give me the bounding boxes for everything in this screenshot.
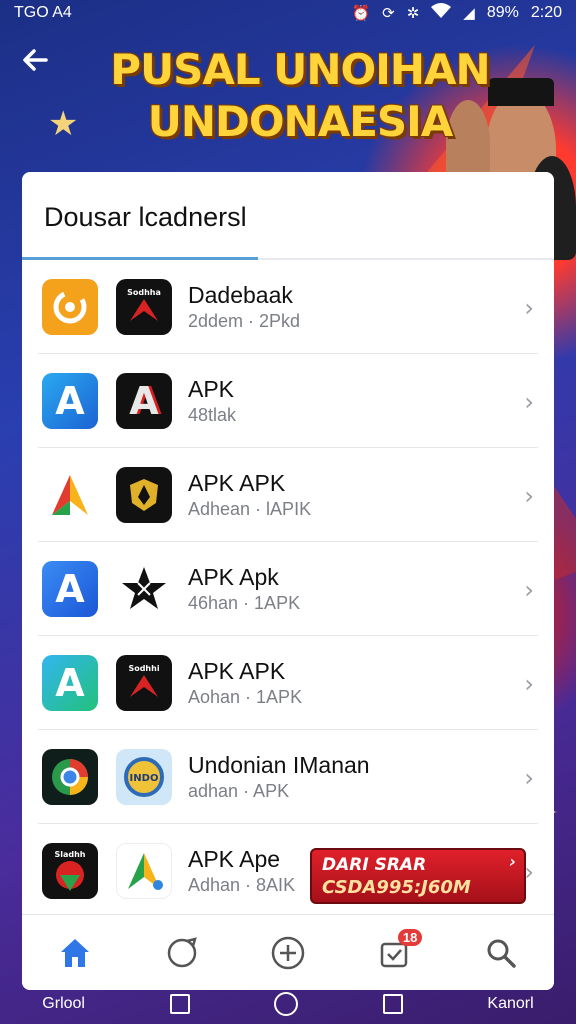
app-sub: 46han · 1APK (188, 592, 301, 613)
banner-title: PUSAL UNOIHAN UNDONAESIA (90, 44, 510, 148)
tab-add[interactable] (258, 923, 318, 983)
app-name: APK APK (188, 657, 286, 684)
chevron-right-icon: › (524, 294, 534, 322)
tab-search[interactable] (471, 923, 531, 983)
list-item[interactable]: A A APK 48tlak › (38, 354, 538, 448)
app-sub: 48tlak (188, 404, 237, 425)
tab-inbox[interactable]: 18 (364, 923, 424, 983)
star-icon: ★ (48, 105, 79, 143)
signal-icon: ◢ (463, 5, 475, 22)
chat-bubble-icon (167, 936, 197, 967)
app-sub: adhan · APK (188, 780, 290, 801)
overview-icon[interactable] (382, 994, 403, 1014)
chevron-right-icon: › (509, 852, 516, 871)
home-button-icon[interactable] (274, 992, 299, 1016)
red-emblem-app-icon: Sodhhi (116, 654, 172, 711)
promo-line1: DARI SRAR (322, 855, 427, 875)
banner-title-line1: PUSAL UNOIHAN (110, 45, 490, 94)
list-item[interactable]: Sodhha Dadebaak 2ddem · 2Pkd › (38, 260, 538, 354)
star-badge-icon (116, 560, 172, 617)
clock: 2:20 (530, 4, 562, 21)
app-sub: Adhean · lAPIK (188, 498, 312, 519)
recent-apps-icon[interactable] (169, 994, 190, 1014)
card-title: Dousar lcadnersl (44, 202, 247, 232)
app-name: APK APK (188, 469, 286, 496)
app-list-card: Dousar lcadnersl Sodhha Dadebaak 2ddem ·… (22, 172, 554, 990)
red-emblem-app-icon: Sodhha (116, 278, 172, 335)
app-sub: 2ddem · 2Pkd (188, 310, 301, 331)
icon-text: Sladhh (54, 850, 85, 859)
chevron-right-icon: › (524, 764, 534, 792)
app-name: Undonian IManan (188, 751, 370, 778)
app-name: Dadebaak (188, 281, 293, 308)
play-triangle-app-icon (42, 466, 98, 523)
banner-title-line2: UNDONAESIA (147, 97, 454, 146)
icon-text: Sodhhi (128, 664, 159, 673)
list-item[interactable]: A Sodhhi APK APK Aohan · 1APK › (38, 636, 538, 730)
icon-text: INDO (130, 773, 159, 784)
chevron-right-icon: › (524, 670, 534, 698)
list-item[interactable]: APK APK Adhean · lAPIK › (38, 448, 538, 542)
chrome-like-app-icon (42, 748, 98, 805)
promo-banner[interactable]: DARI SRAR CSDA995:J60M › (310, 848, 526, 904)
home-icon (61, 938, 90, 967)
wifi-icon (431, 3, 452, 23)
settings-icon: ✲ (406, 5, 420, 22)
play-triangle-app-icon (116, 843, 172, 899)
icon-text: A (129, 378, 159, 423)
chevron-right-icon: › (524, 576, 534, 604)
tab-home[interactable] (45, 923, 105, 983)
badge-app-icon: INDO (116, 748, 172, 805)
letter-a-app-icon: A (42, 372, 98, 429)
app-sub: Aohan · 1APK (188, 686, 303, 707)
tab-chat[interactable] (152, 923, 212, 983)
nav-right-label[interactable]: Kanorl (487, 995, 533, 1013)
status-bar: TGO A4 ⏰ ⟳ ✲ ◢ 89% 2:20 (0, 0, 576, 26)
icon-text: A (55, 378, 85, 423)
app-list: Sodhha Dadebaak 2ddem · 2Pkd › A A APK 4… (22, 260, 554, 918)
nav-left-label[interactable]: Grlool (42, 995, 85, 1013)
system-nav-bar: Grlool Kanorl (0, 984, 576, 1024)
list-item[interactable]: INDO Undonian IManan adhan · APK › (38, 730, 538, 824)
back-arrow-icon[interactable] (20, 44, 60, 84)
icon-text: A (55, 660, 85, 705)
red-emblem-app-icon: Sladhh (42, 843, 98, 899)
search-icon (487, 939, 516, 968)
chevron-right-icon: › (524, 482, 534, 510)
add-icon (271, 936, 305, 969)
app-name: APK (188, 375, 235, 402)
icon-text: Sodhha (127, 288, 161, 297)
notification-badge: 18 (397, 928, 423, 946)
status-left-text: TGO A4 (14, 4, 72, 21)
battery-percent: 89% (486, 4, 519, 21)
promo-line2: CSDA995:J60M (322, 877, 471, 898)
letter-a-app-icon: A (42, 654, 98, 711)
app-store-a-icon: A (42, 560, 98, 617)
alarm-icon: ⏰ (351, 5, 371, 22)
sync-icon: ⟳ (382, 5, 395, 22)
shield-app-icon (116, 466, 172, 523)
app-name: APK Apk (188, 563, 279, 590)
bottom-tab-bar: 18 (22, 914, 554, 990)
card-header: Dousar lcadnersl (22, 172, 554, 260)
list-item[interactable]: A APK Apk 46han · 1APK › (38, 542, 538, 636)
swirl-app-icon (42, 278, 98, 335)
letter-a-dark-app-icon: A (116, 372, 172, 429)
icon-text: A (55, 566, 85, 611)
chevron-right-icon: › (524, 388, 534, 416)
